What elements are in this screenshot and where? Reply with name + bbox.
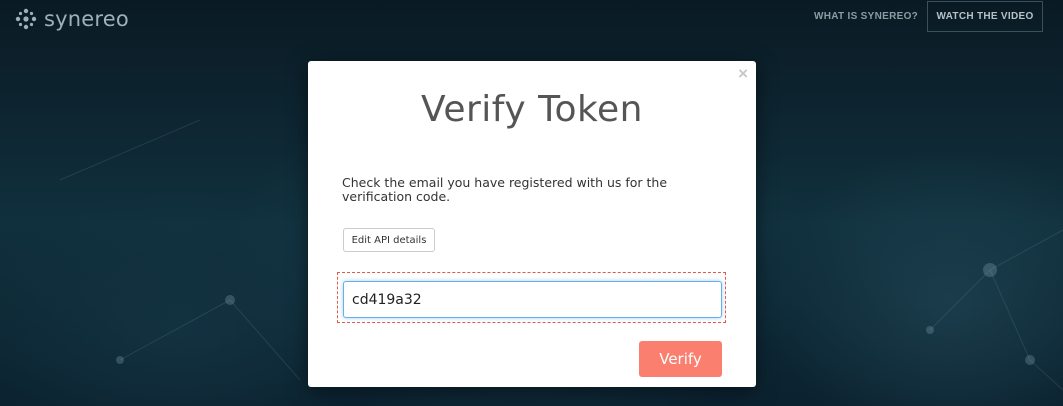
verify-button[interactable]: Verify [639,341,722,377]
modal-description: Check the email you have registered with… [342,175,668,204]
token-input[interactable] [343,281,722,318]
edit-api-details-button[interactable]: Edit API details [343,228,435,252]
verify-token-modal: × Verify Token Check the email you have … [308,61,756,387]
modal-overlay: × Verify Token Check the email you have … [0,0,1063,406]
close-icon[interactable]: × [738,65,748,83]
modal-title: Verify Token [421,89,643,130]
